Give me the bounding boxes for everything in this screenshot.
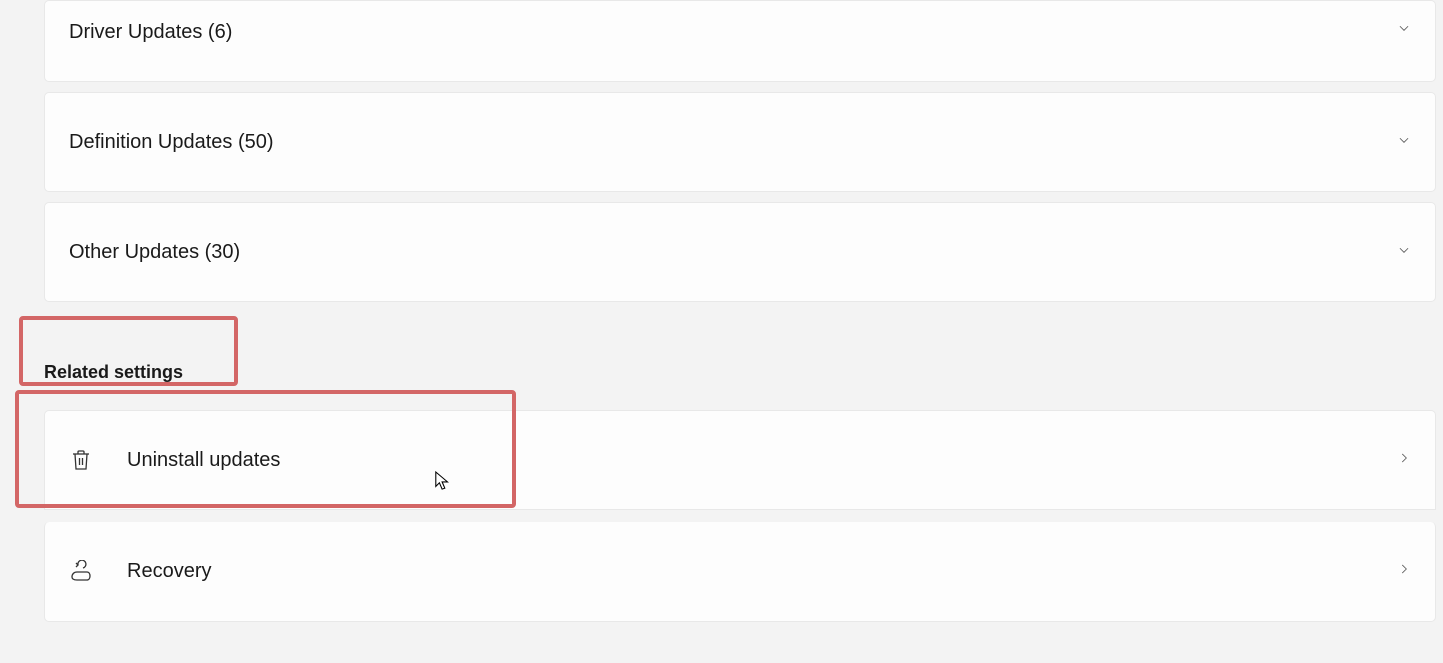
chevron-down-icon — [1397, 133, 1411, 152]
recovery-row[interactable]: Recovery — [44, 522, 1436, 622]
driver-updates-row[interactable]: Driver Updates (6) — [44, 0, 1436, 82]
chevron-down-icon — [1397, 243, 1411, 262]
definition-updates-row[interactable]: Definition Updates (50) — [44, 92, 1436, 192]
chevron-right-icon — [1397, 562, 1411, 581]
chevron-down-icon — [1397, 21, 1411, 40]
driver-updates-label: Driver Updates (6) — [69, 21, 232, 44]
other-updates-label: Other Updates (30) — [69, 241, 240, 264]
definition-updates-label: Definition Updates (50) — [69, 131, 274, 154]
trash-icon — [69, 448, 93, 472]
related-settings-heading: Related settings — [44, 362, 183, 383]
uninstall-updates-row[interactable]: Uninstall updates — [44, 410, 1436, 510]
uninstall-updates-label: Uninstall updates — [127, 449, 280, 472]
other-updates-row[interactable]: Other Updates (30) — [44, 202, 1436, 302]
recovery-label: Recovery — [127, 560, 211, 583]
recovery-icon — [69, 560, 93, 584]
chevron-right-icon — [1397, 451, 1411, 470]
